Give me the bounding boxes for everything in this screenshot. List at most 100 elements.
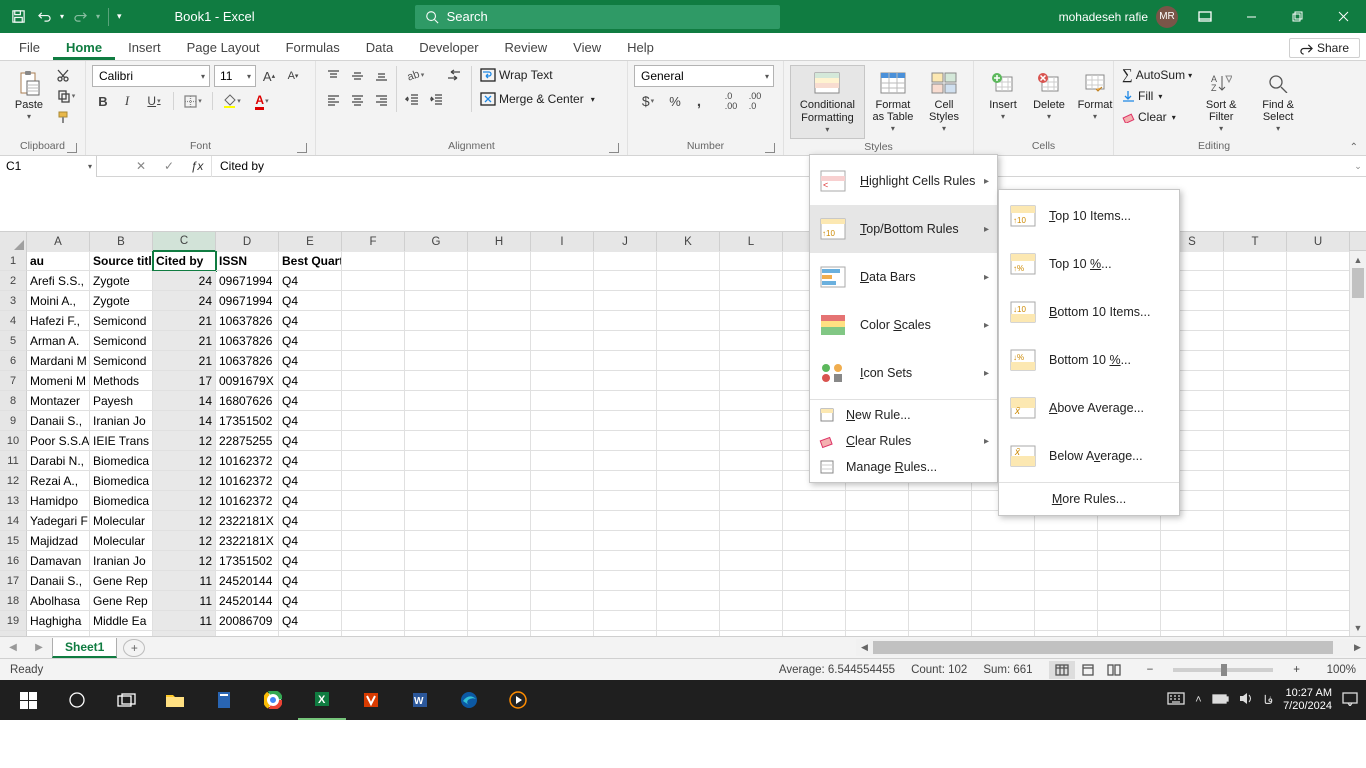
cell[interactable] xyxy=(342,351,405,371)
cell[interactable]: Semicond xyxy=(90,351,153,371)
maximize-button[interactable] xyxy=(1274,0,1320,33)
cell[interactable] xyxy=(1161,611,1224,631)
cell[interactable] xyxy=(783,631,846,636)
cell[interactable] xyxy=(405,331,468,351)
cell[interactable]: 10637826 xyxy=(216,331,279,351)
cell[interactable]: Q4 xyxy=(279,291,342,311)
tab-review[interactable]: Review xyxy=(492,35,561,60)
cell[interactable] xyxy=(594,451,657,471)
taskbar-explorer[interactable] xyxy=(151,680,199,720)
confirm-formula-button[interactable]: ✓ xyxy=(155,156,183,177)
cell[interactable]: Molecular xyxy=(90,511,153,531)
taskbar-media[interactable] xyxy=(494,680,542,720)
column-header-K[interactable]: K xyxy=(657,232,720,252)
cell[interactable]: 11 xyxy=(153,611,216,631)
cell[interactable] xyxy=(342,591,405,611)
cell[interactable] xyxy=(1287,331,1350,351)
cell[interactable]: 22875255 xyxy=(216,431,279,451)
cell[interactable]: Majidzad xyxy=(27,531,90,551)
cell[interactable] xyxy=(594,351,657,371)
cell[interactable] xyxy=(1161,551,1224,571)
find-select-button[interactable]: Find & Select▾ xyxy=(1248,65,1308,138)
percent-button[interactable]: % xyxy=(664,91,686,111)
row-header[interactable]: 17 xyxy=(0,571,27,591)
view-pagebreak-button[interactable] xyxy=(1101,661,1127,679)
cell[interactable] xyxy=(720,311,783,331)
cell[interactable] xyxy=(531,351,594,371)
cell[interactable] xyxy=(405,611,468,631)
cell[interactable]: 09671994 xyxy=(216,271,279,291)
cell[interactable]: 12 xyxy=(153,431,216,451)
cell[interactable] xyxy=(1224,451,1287,471)
cell[interactable] xyxy=(1287,531,1350,551)
cell[interactable] xyxy=(405,531,468,551)
cell[interactable]: Damavan xyxy=(27,551,90,571)
cell[interactable]: 16807626 xyxy=(216,391,279,411)
cell[interactable] xyxy=(342,331,405,351)
cell[interactable] xyxy=(909,591,972,611)
cell[interactable] xyxy=(468,311,531,331)
cell[interactable]: Payesh xyxy=(90,391,153,411)
cell[interactable] xyxy=(909,571,972,591)
new-sheet-button[interactable]: + xyxy=(123,639,145,657)
start-button[interactable] xyxy=(4,680,52,720)
align-bottom-button[interactable] xyxy=(370,65,392,85)
redo-button[interactable] xyxy=(70,7,90,27)
cell[interactable]: Abolhasa xyxy=(27,591,90,611)
cell[interactable] xyxy=(405,591,468,611)
cf-clear-rules[interactable]: Clear Rules▸ xyxy=(810,428,997,454)
cell[interactable] xyxy=(594,631,657,636)
vertical-scrollbar[interactable]: ▲ ▼ xyxy=(1349,251,1366,636)
cell[interactable] xyxy=(1161,531,1224,551)
cell[interactable] xyxy=(468,391,531,411)
cell[interactable]: 10637826 xyxy=(216,351,279,371)
cell[interactable] xyxy=(531,291,594,311)
autosum-button[interactable]: ∑ AutoSum ▾ xyxy=(1120,65,1194,85)
formula-input[interactable]: Cited by xyxy=(212,156,1350,177)
cell[interactable] xyxy=(720,251,783,271)
cell[interactable] xyxy=(531,571,594,591)
cell[interactable] xyxy=(657,251,720,271)
cell[interactable] xyxy=(342,631,405,636)
view-normal-button[interactable] xyxy=(1049,661,1075,679)
cell[interactable] xyxy=(1224,331,1287,351)
cell[interactable] xyxy=(531,271,594,291)
cell[interactable] xyxy=(1035,611,1098,631)
cell[interactable] xyxy=(720,531,783,551)
cell[interactable] xyxy=(1224,551,1287,571)
cell[interactable] xyxy=(342,431,405,451)
increase-indent-button[interactable] xyxy=(425,89,447,109)
cell[interactable]: 12 xyxy=(153,491,216,511)
tab-developer[interactable]: Developer xyxy=(406,35,491,60)
cell[interactable]: 12 xyxy=(153,451,216,471)
tab-file[interactable]: File xyxy=(6,35,53,60)
cell[interactable]: Q4 xyxy=(279,371,342,391)
tray-clock[interactable]: 10:27 AM7/20/2024 xyxy=(1283,687,1332,712)
font-size-combo[interactable]: 11▾ xyxy=(214,65,256,87)
cell[interactable]: 14 xyxy=(153,391,216,411)
cell[interactable] xyxy=(405,251,468,271)
cell[interactable] xyxy=(468,371,531,391)
cell[interactable]: Iranian Jo xyxy=(90,411,153,431)
share-button[interactable]: Share xyxy=(1289,38,1360,58)
cell[interactable] xyxy=(531,451,594,471)
cell[interactable] xyxy=(468,431,531,451)
account-button[interactable]: mohadeseh rafie MR xyxy=(1059,6,1178,28)
cell[interactable]: Molecular xyxy=(90,531,153,551)
cell[interactable] xyxy=(531,371,594,391)
cell[interactable]: Semicond xyxy=(90,311,153,331)
cell[interactable]: 12 xyxy=(153,471,216,491)
cell[interactable] xyxy=(720,371,783,391)
alignment-launcher[interactable] xyxy=(609,143,619,153)
comma-button[interactable]: , xyxy=(688,91,710,111)
cell[interactable] xyxy=(783,571,846,591)
cell[interactable] xyxy=(657,291,720,311)
tray-language[interactable]: ﻓﺎ xyxy=(1264,693,1273,707)
column-header-H[interactable]: H xyxy=(468,232,531,252)
column-header-A[interactable]: A xyxy=(27,232,90,252)
row-header[interactable]: 20 xyxy=(0,631,27,636)
cell[interactable] xyxy=(1224,391,1287,411)
cell[interactable] xyxy=(468,531,531,551)
cell[interactable] xyxy=(1035,571,1098,591)
cell[interactable]: 10637826 xyxy=(216,311,279,331)
